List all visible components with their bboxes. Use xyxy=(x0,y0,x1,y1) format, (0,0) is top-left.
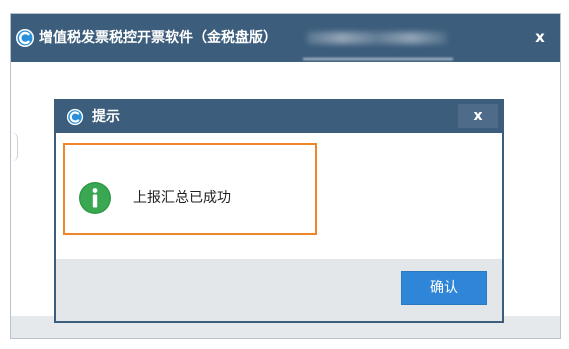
dialog-title: 提示 xyxy=(92,109,120,125)
app-logo-icon xyxy=(66,108,84,126)
dialog-message: 上报汇总已成功 xyxy=(133,190,231,206)
app-logo-icon xyxy=(16,29,34,47)
main-window-title: 增值税发票税控开票软件（金税盘版） xyxy=(39,30,277,46)
main-close-button[interactable]: x xyxy=(528,26,552,48)
dialog-titlebar: 提示 x xyxy=(56,101,502,133)
window-edge-mark xyxy=(11,132,18,162)
prompt-dialog: 提示 x 上报汇总已成功 确认 xyxy=(54,99,504,323)
dialog-close-button[interactable]: x xyxy=(458,104,498,128)
main-titlebar: 增值税发票税控开票软件（金税盘版） x xyxy=(11,14,560,62)
confirm-button[interactable]: 确认 xyxy=(401,271,487,305)
info-icon xyxy=(79,182,111,214)
redacted-info xyxy=(307,32,447,44)
redacted-underline xyxy=(303,58,453,60)
